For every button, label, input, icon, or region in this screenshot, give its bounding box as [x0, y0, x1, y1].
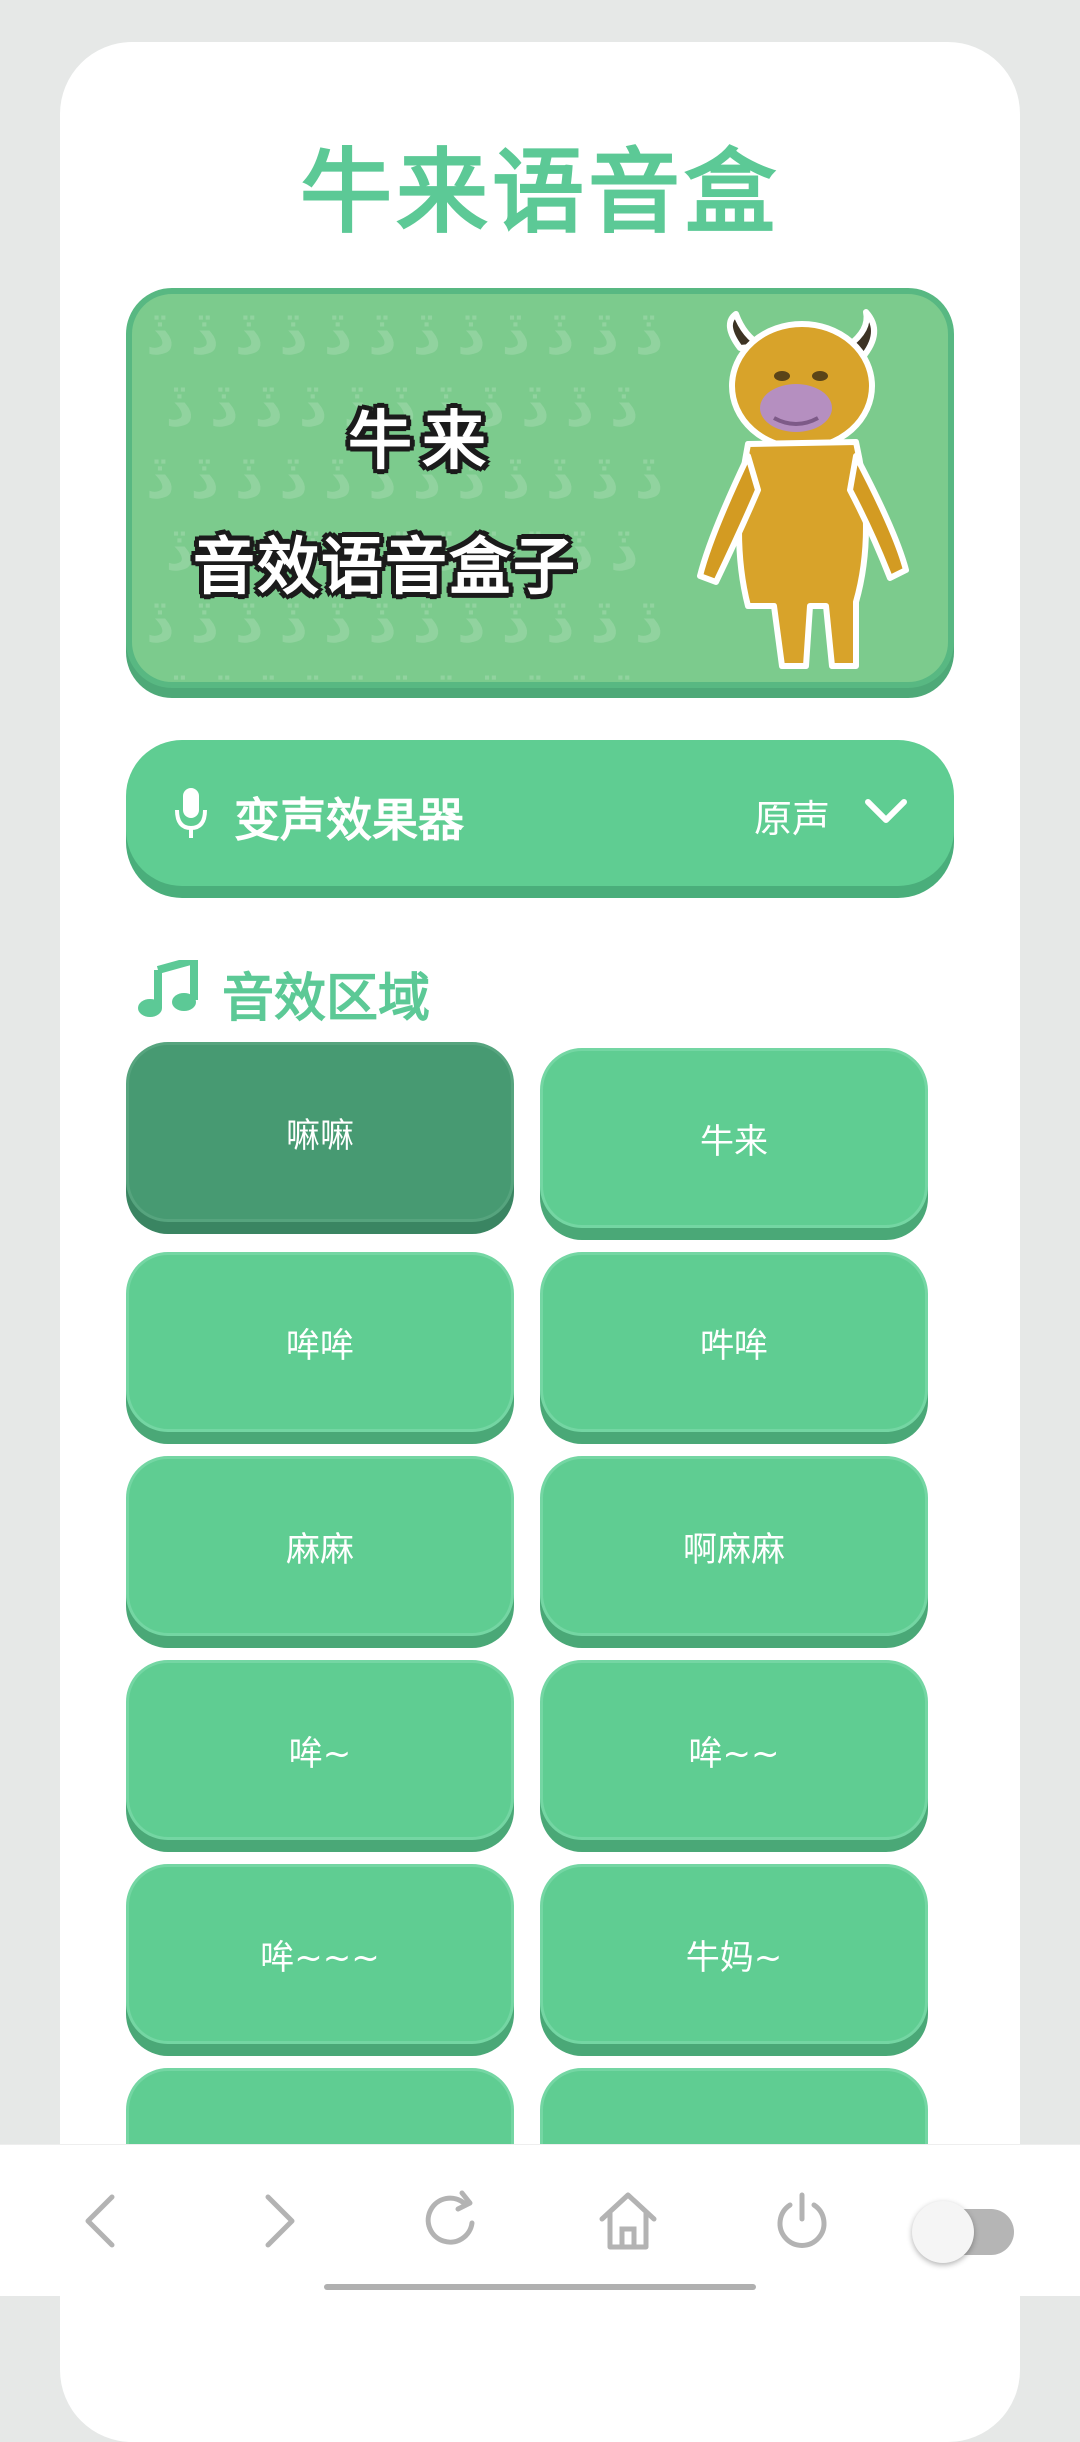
home-icon[interactable] — [596, 2189, 660, 2253]
page-title: 牛来语音盒 — [299, 139, 780, 246]
back-icon[interactable] — [72, 2189, 136, 2253]
banner-title: 牛来 — [348, 405, 496, 479]
sound-button[interactable]: 哞哞 — [126, 1252, 514, 1432]
sound-button[interactable]: 哞~~~ — [126, 1864, 514, 2044]
sound-button[interactable]: 吽哞 — [540, 1252, 928, 1432]
voice-changer-label: 变声效果器 — [234, 793, 464, 847]
sound-button[interactable]: 哞~ — [126, 1660, 514, 1840]
sound-button[interactable]: 哞~~ — [540, 1660, 928, 1840]
sound-button[interactable]: 嘛嘛 — [126, 1042, 514, 1222]
home-indicator[interactable] — [324, 2284, 756, 2290]
sound-button[interactable]: 啊麻麻 — [540, 1456, 928, 1636]
toggle-knob — [912, 2201, 974, 2263]
section-title: 音效区域 — [222, 969, 431, 1029]
toggle-switch[interactable] — [912, 2201, 1014, 2263]
sound-button[interactable]: 麻麻 — [126, 1456, 514, 1636]
bottom-navigation-bar — [0, 2144, 1080, 2296]
voice-changer-value: 原声 — [754, 797, 831, 841]
mic-icon — [175, 788, 207, 838]
chevron-down-icon — [865, 799, 907, 823]
sound-button[interactable]: 牛来 — [540, 1048, 928, 1228]
sound-button[interactable]: 牛妈~ — [540, 1864, 928, 2044]
banner-subtitle: 音效语音盒子 — [192, 530, 577, 603]
music-note-icon — [138, 960, 198, 1017]
bull-mascot-image — [697, 309, 909, 669]
forward-icon[interactable] — [244, 2189, 308, 2253]
banner: ڏ ڏ ڏ ڏ ڏ ڏ ڏ ڏ ڏ ڏ ڏ ڏ ڏ ڏ ڏ ڏ ڏ ڏ ڏ ڏ … — [126, 288, 954, 688]
power-icon[interactable] — [770, 2189, 834, 2253]
voice-changer-dropdown[interactable]: 变声效果器 原声 — [126, 740, 954, 886]
refresh-icon[interactable] — [420, 2189, 484, 2253]
